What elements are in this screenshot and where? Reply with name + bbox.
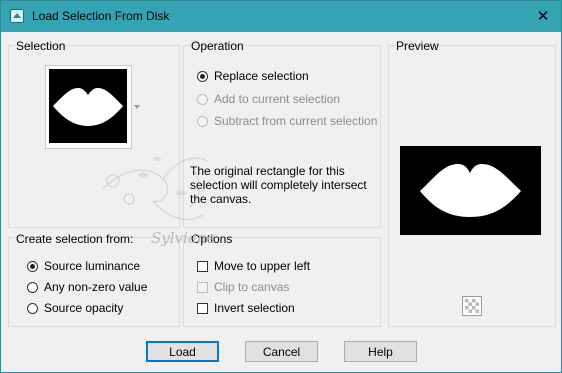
radio-indicator: [197, 70, 208, 82]
radio-indicator: [197, 115, 208, 127]
replace-selection-radio[interactable]: Replace selection: [197, 69, 309, 83]
replace-selection-label: Replace selection: [214, 69, 309, 83]
subtract-from-selection-label: Subtract from current selection: [214, 114, 378, 128]
clip-to-canvas-label: Clip to canvas: [214, 280, 290, 294]
move-to-upper-left-label: Move to upper left: [214, 259, 311, 273]
any-non-zero-value-radio[interactable]: Any non-zero value: [27, 280, 147, 294]
source-opacity-radio[interactable]: Source opacity: [27, 301, 123, 315]
checkbox-indicator: [197, 302, 208, 314]
preview-group-title: Preview: [396, 39, 439, 53]
preview-image: [400, 146, 541, 235]
cancel-button[interactable]: Cancel: [245, 341, 318, 362]
selection-file-picker[interactable]: [45, 65, 132, 149]
lips-shape-icon: [49, 69, 127, 143]
load-button[interactable]: Load: [146, 341, 219, 362]
add-to-selection-radio: Add to current selection: [197, 92, 340, 106]
move-to-upper-left-checkbox[interactable]: Move to upper left: [197, 259, 310, 273]
title-bar[interactable]: Load Selection From Disk ✕: [1, 1, 561, 32]
source-luminance-label: Source luminance: [44, 259, 141, 273]
selection-group-title: Selection: [16, 39, 66, 53]
add-to-selection-label: Add to current selection: [214, 92, 341, 106]
any-non-zero-value-label: Any non-zero value: [44, 280, 148, 294]
source-luminance-radio[interactable]: Source luminance: [27, 259, 140, 273]
operation-group-title: Operation: [191, 39, 244, 53]
invert-selection-label: Invert selection: [214, 301, 295, 315]
clip-to-canvas-checkbox: Clip to canvas: [197, 280, 289, 294]
invert-selection-checkbox[interactable]: Invert selection: [197, 301, 295, 315]
watermark-text: Sylviane: [151, 229, 216, 247]
radio-indicator: [27, 302, 38, 314]
radio-indicator: [27, 281, 38, 293]
dropdown-arrow-icon[interactable]: [134, 105, 140, 109]
checkerboard-icon[interactable]: [462, 296, 482, 316]
radio-indicator: [197, 93, 208, 105]
app-icon: [10, 9, 24, 23]
close-icon: ✕: [536, 8, 550, 25]
help-button[interactable]: Help: [344, 341, 417, 362]
subtract-from-selection-radio: Subtract from current selection: [197, 114, 377, 128]
dialog-window: Load Selection From Disk ✕ Selection Ope…: [0, 0, 562, 373]
close-button[interactable]: ✕: [525, 1, 561, 32]
checkbox-indicator: [197, 281, 208, 293]
radio-indicator: [27, 260, 38, 272]
window-title: Load Selection From Disk: [32, 9, 170, 23]
source-opacity-label: Source opacity: [44, 301, 124, 315]
checkbox-indicator: [197, 260, 208, 272]
